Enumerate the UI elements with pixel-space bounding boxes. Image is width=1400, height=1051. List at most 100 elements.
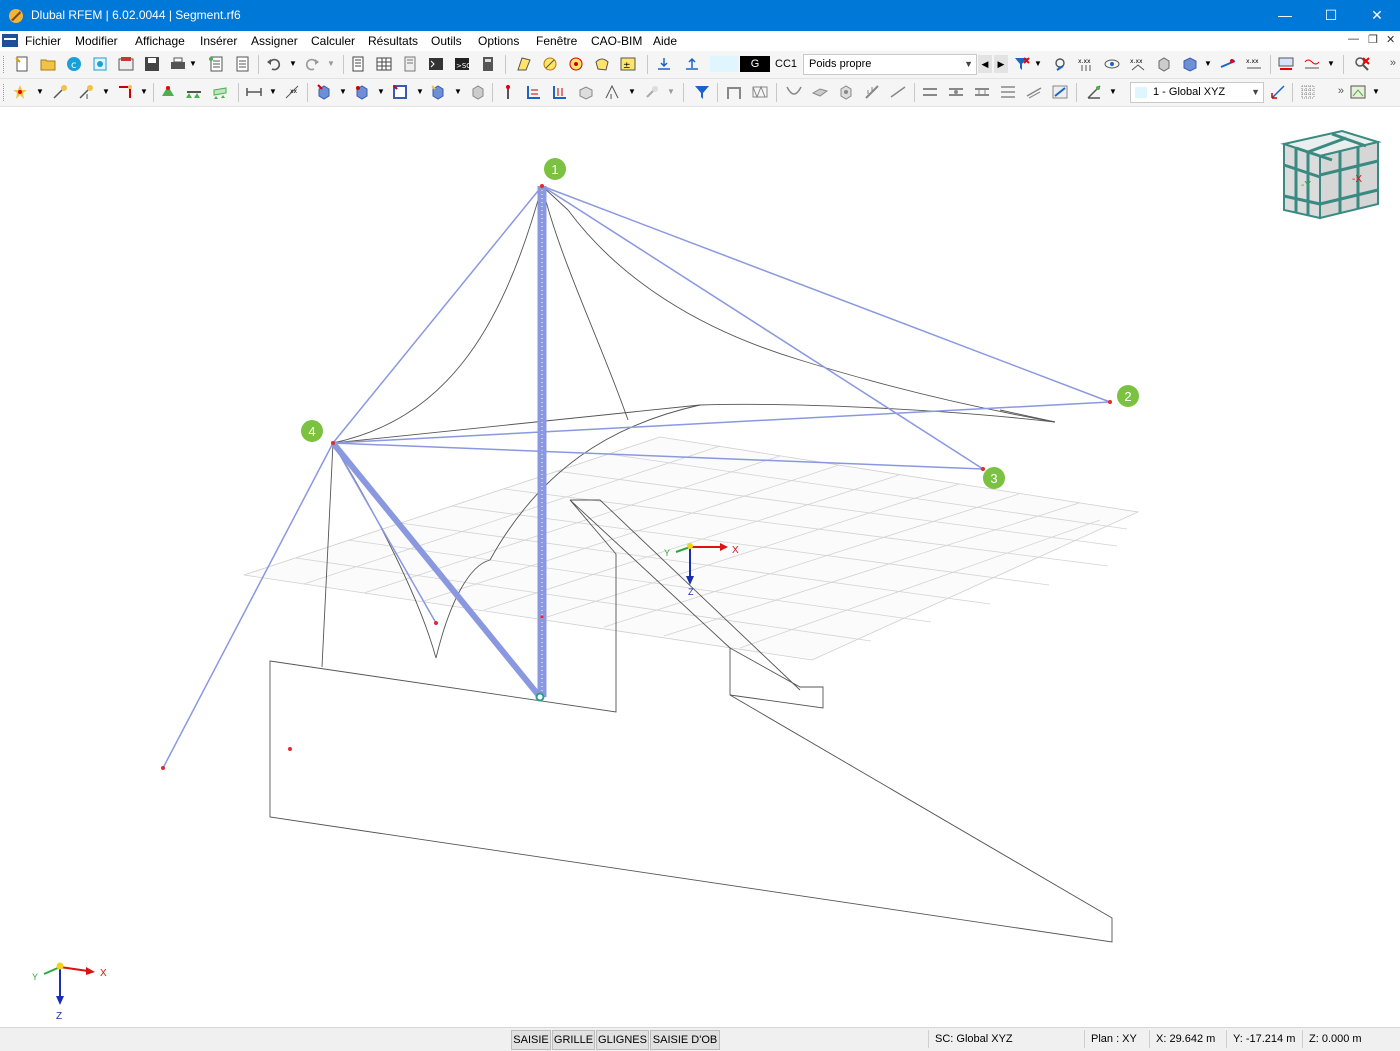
rib-icon[interactable] (864, 84, 880, 100)
surface-set-icon[interactable] (974, 84, 990, 100)
save-icon[interactable] (144, 56, 160, 72)
document-window-icon[interactable] (2, 34, 18, 47)
solid-icon[interactable] (838, 84, 854, 100)
object-snap-button[interactable]: SAISIE D'OB (650, 1030, 720, 1050)
solid-load-icon[interactable] (430, 84, 446, 100)
load-values-icon[interactable]: x.xx (1078, 56, 1094, 72)
cloud-model-icon[interactable] (92, 56, 108, 72)
menu-assigner[interactable]: Assigner (251, 34, 298, 48)
menu-affichage[interactable]: Affichage (135, 34, 185, 48)
user-coordinate-system-icon[interactable] (1270, 84, 1286, 100)
render-mode-icon[interactable] (1182, 56, 1198, 72)
surface-load-icon[interactable] (392, 84, 408, 100)
script-icon[interactable]: >SC (454, 56, 470, 72)
maximize-button[interactable]: ☐ (1308, 0, 1354, 31)
open-folder-icon[interactable] (40, 56, 56, 72)
result-line-icon[interactable] (1026, 84, 1042, 100)
surface-support-icon[interactable] (578, 84, 594, 100)
menu-options[interactable]: Options (478, 34, 519, 48)
member-load-dropdown-arrow[interactable]: ▼ (377, 87, 385, 96)
chevron-down-icon[interactable]: ▼ (1251, 87, 1260, 97)
new-model-icon[interactable] (14, 56, 30, 72)
menu-inserer[interactable]: Insérer (200, 34, 237, 48)
nodal-load-icon[interactable] (316, 84, 332, 100)
toolbar-overflow-button[interactable]: » (1338, 85, 1344, 97)
render-dropdown-arrow[interactable]: ▼ (1204, 59, 1212, 68)
dimension-values-icon[interactable]: x.xx (1246, 56, 1262, 72)
show-loads-icon[interactable] (1052, 56, 1068, 72)
coordinate-system-select[interactable]: 1 - Global XYZ ▼ (1130, 82, 1264, 103)
report-icon[interactable] (234, 56, 250, 72)
calculator-icon[interactable] (480, 56, 496, 72)
dimension-dropdown-arrow[interactable]: ▼ (269, 87, 277, 96)
chevron-down-icon[interactable]: ▼ (964, 59, 973, 69)
stiffness-modifier-icon[interactable]: I (604, 84, 620, 100)
navigator-icon[interactable] (350, 56, 366, 72)
print-icon[interactable] (170, 56, 186, 72)
imposed-deformation-icon[interactable] (500, 84, 516, 100)
truss-icon[interactable] (752, 84, 768, 100)
free-load-icon[interactable] (470, 84, 486, 100)
grid-button[interactable]: GRILLE (552, 1030, 595, 1050)
support-line-icon[interactable] (186, 84, 202, 100)
previous-load-case-button[interactable]: ◀ (978, 55, 992, 73)
menu-cao-bim[interactable]: CAO-BIM (591, 34, 642, 48)
filter-dropdown-arrow[interactable]: ▼ (1034, 59, 1042, 68)
load-case-select[interactable]: Poids propre ▼ (803, 54, 977, 75)
mdi-close-button[interactable]: ✕ (1386, 33, 1395, 46)
select-line-icon[interactable] (52, 84, 68, 100)
load-wizard-icon[interactable] (684, 56, 700, 72)
view-settings-dropdown-arrow[interactable]: ▼ (1372, 87, 1380, 96)
redo-dropdown-arrow[interactable]: ▼ (327, 59, 335, 68)
undo-dropdown-arrow[interactable]: ▼ (289, 59, 297, 68)
new-member-icon[interactable]: ± (620, 56, 636, 72)
dimension-icon[interactable] (246, 84, 262, 100)
delete-results-icon[interactable] (1354, 56, 1370, 72)
redo-icon[interactable] (304, 56, 320, 72)
grid-icon[interactable] (1300, 84, 1316, 100)
load-import-icon[interactable] (656, 56, 672, 72)
menu-outils[interactable]: Outils (431, 34, 462, 48)
menu-aide[interactable]: Aide (653, 34, 677, 48)
close-button[interactable]: ✕ (1354, 0, 1400, 31)
section-icon[interactable] (1052, 84, 1068, 100)
section-cut-icon[interactable] (1220, 56, 1236, 72)
result-values-icon[interactable]: x.xx (1130, 56, 1146, 72)
new-line-icon[interactable] (542, 56, 558, 72)
support-surface-icon[interactable] (212, 84, 228, 100)
result-section-icon[interactable] (644, 84, 660, 100)
menu-modifier[interactable]: Modifier (75, 34, 118, 48)
line-hinge-icon[interactable] (890, 84, 906, 100)
minimize-button[interactable]: — (1262, 0, 1308, 31)
printout-report-icon[interactable] (208, 56, 224, 72)
new-arc-icon[interactable] (568, 56, 584, 72)
nodal-load-dropdown-arrow[interactable]: ▼ (339, 87, 347, 96)
select-node-icon[interactable] (12, 84, 28, 100)
member-hinge-icon[interactable] (526, 84, 542, 100)
menu-resultats[interactable]: Résultats (368, 34, 418, 48)
new-node-icon[interactable] (516, 56, 532, 72)
surface-load-dropdown-arrow[interactable]: ▼ (416, 87, 424, 96)
tables-icon[interactable] (376, 56, 392, 72)
filter-results-icon[interactable] (1014, 56, 1030, 72)
visibility-filter-icon[interactable] (694, 84, 710, 100)
solid-load-dropdown-arrow[interactable]: ▼ (454, 87, 462, 96)
display-objects-icon[interactable] (1156, 56, 1172, 72)
navigation-cube[interactable]: -Y -X (1280, 129, 1382, 220)
menu-fichier[interactable]: Fichier (25, 34, 61, 48)
view-results-icon[interactable] (1104, 56, 1120, 72)
panel-icon[interactable] (402, 56, 418, 72)
toolbar-overflow-button[interactable]: » (1390, 57, 1396, 69)
solid-dropdown-arrow[interactable]: ▼ (140, 87, 148, 96)
support-node-icon[interactable] (160, 84, 176, 100)
member-dropdown-arrow[interactable]: ▼ (102, 87, 110, 96)
model-catalog-icon[interactable] (118, 56, 134, 72)
coordinate-system-icon[interactable] (1086, 84, 1102, 100)
member-load-icon[interactable] (354, 84, 370, 100)
dlubal-center-icon[interactable]: c (66, 56, 82, 72)
mdi-minimize-button[interactable]: — (1348, 33, 1359, 45)
toolbar-grip[interactable] (3, 56, 7, 73)
next-load-case-button[interactable]: ▶ (994, 55, 1008, 73)
select-dropdown-arrow[interactable]: ▼ (36, 87, 44, 96)
menu-fenetre[interactable]: Fenêtre (536, 34, 577, 48)
